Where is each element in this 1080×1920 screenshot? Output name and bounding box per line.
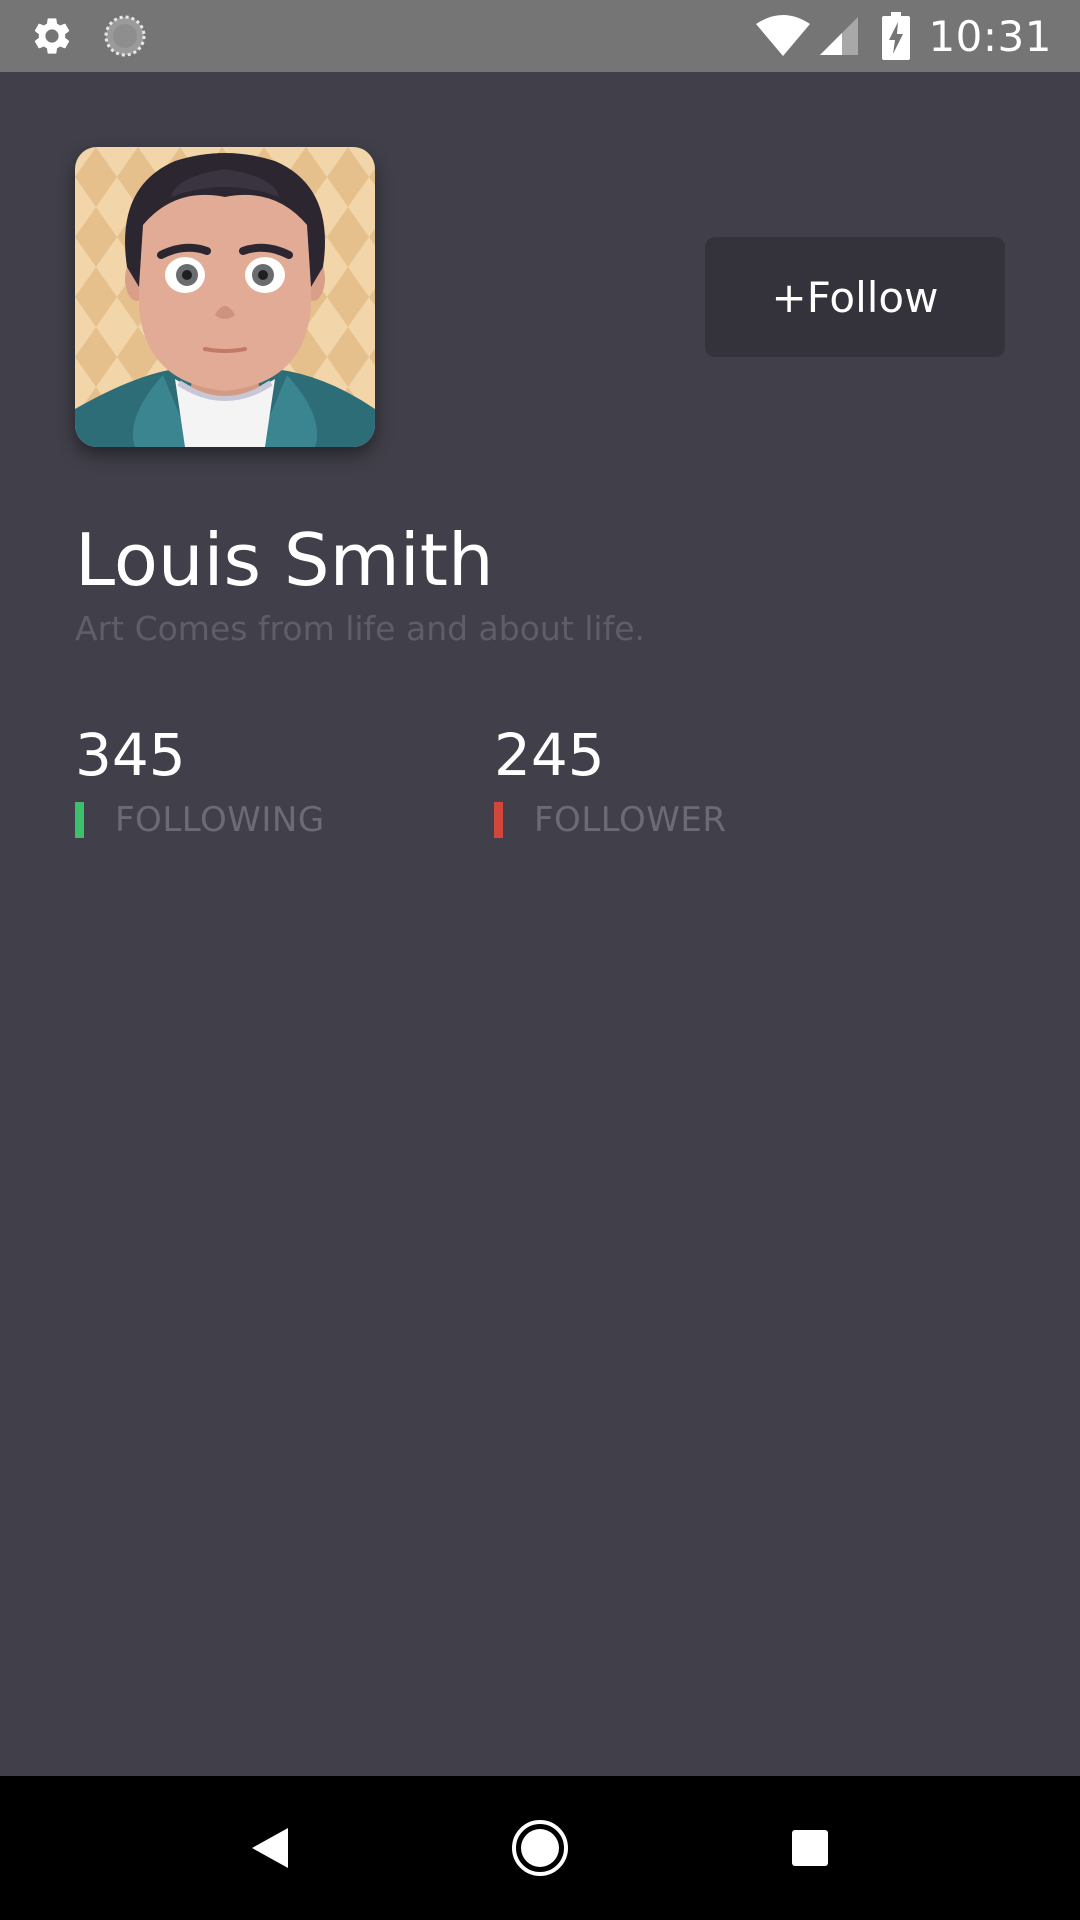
status-bar: 10:31 (0, 0, 1080, 72)
follow-button[interactable]: +Follow (705, 237, 1005, 357)
navigation-bar (0, 1776, 1080, 1920)
loading-spinner-icon (103, 0, 147, 72)
following-count: 345 (75, 721, 186, 789)
wifi-icon (754, 14, 812, 58)
follower-accent-bar (494, 802, 503, 838)
follower-stat[interactable]: 245 FOLLOWER (494, 720, 726, 840)
home-button[interactable] (480, 1776, 600, 1920)
recents-icon (791, 1829, 829, 1867)
avatar[interactable] (75, 147, 375, 447)
back-icon (250, 1826, 290, 1870)
status-time: 10:31 (928, 11, 1052, 61)
follower-label-row: FOLLOWER (494, 800, 726, 840)
follower-count: 245 (494, 721, 605, 789)
home-icon (511, 1819, 569, 1877)
back-button[interactable] (210, 1776, 330, 1920)
profile-name: Louis Smith (75, 518, 494, 602)
cartoon-man-avatar-icon (75, 147, 375, 447)
battery-charging-icon (882, 12, 911, 60)
follower-label: FOLLOWER (534, 800, 727, 840)
following-label: FOLLOWING (115, 800, 325, 840)
following-label-row: FOLLOWING (75, 800, 325, 840)
profile-bio: Art Comes from life and about life. (75, 609, 645, 648)
following-accent-bar (75, 802, 84, 838)
cellular-signal-icon (818, 15, 860, 57)
gear-icon (30, 0, 74, 72)
profile-screen: 10:31 +Follow Louis Smith Art Comes from… (0, 0, 1080, 1920)
following-stat[interactable]: 345 FOLLOWING (75, 720, 325, 840)
recents-button[interactable] (750, 1776, 870, 1920)
status-icons: 10:31 (754, 0, 1052, 72)
